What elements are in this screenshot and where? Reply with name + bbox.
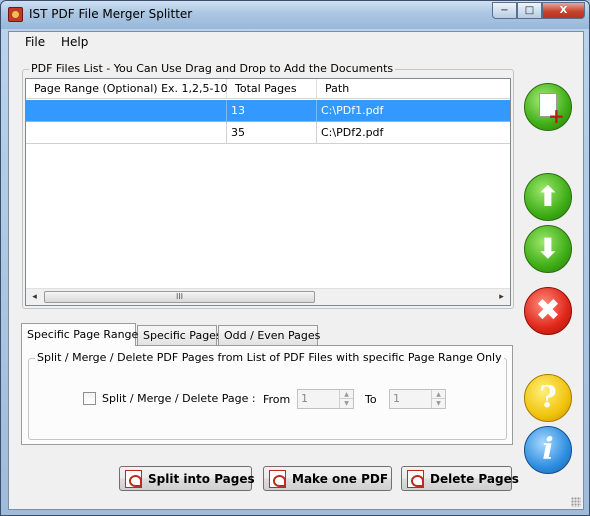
cell-page-range[interactable] — [26, 122, 227, 144]
table-row[interactable]: 13 C:\PDf1.pdf — [26, 100, 510, 122]
spin-up-icon[interactable]: ▲ — [432, 390, 445, 399]
tab-specific-page-range[interactable]: Specific Page Range — [21, 323, 138, 346]
from-page-stepper[interactable]: 1 ▲ ▼ — [297, 389, 354, 409]
tab-specific-pages[interactable]: Specific Pages — [137, 325, 222, 345]
cell-path: C:\PDf2.pdf — [317, 122, 510, 144]
to-page-stepper[interactable]: 1 ▲ ▼ — [389, 389, 446, 409]
info-icon: i — [542, 432, 554, 467]
arrow-down-icon: ⬇ — [536, 232, 560, 265]
tab-odd-even-pages[interactable]: Odd / Even Pages — [218, 325, 320, 345]
cell-total-pages: 35 — [227, 122, 317, 144]
pdf-delete-icon — [407, 470, 424, 488]
arrow-up-icon: ⬆ — [536, 180, 560, 213]
make-one-pdf-button[interactable]: Make one PDF — [263, 466, 392, 491]
from-value: 1 — [301, 392, 308, 405]
menu-help[interactable]: Help — [61, 35, 88, 49]
split-label: Split into Pages — [148, 472, 255, 486]
plus-icon: + — [548, 104, 565, 128]
app-icon — [8, 7, 23, 22]
delete-pages-button[interactable]: Delete Pages — [401, 466, 519, 491]
tab-panel: Split / Merge / Delete PDF Pages from Li… — [21, 345, 513, 445]
scroll-right-icon[interactable]: ▸ — [493, 289, 510, 305]
client-area: File Help PDF Files List - You Can Use D… — [8, 31, 584, 510]
column-total-pages[interactable]: Total Pages — [227, 79, 317, 99]
spin-up-icon[interactable]: ▲ — [340, 390, 353, 399]
delete-x-icon: ✖ — [535, 293, 561, 328]
spin-down-icon[interactable]: ▼ — [340, 399, 353, 408]
split-merge-delete-checkbox[interactable] — [83, 392, 96, 405]
add-pdf-button[interactable]: + — [524, 83, 572, 131]
to-value: 1 — [393, 392, 400, 405]
from-label: From — [263, 393, 291, 406]
checkbox-label[interactable]: Split / Merge / Delete Page : — [102, 392, 256, 405]
close-button[interactable]: X — [542, 2, 585, 19]
pdf-icon — [269, 470, 286, 488]
menu-bar: File Help — [9, 32, 583, 52]
scroll-left-icon[interactable]: ◂ — [26, 289, 43, 305]
cell-page-range[interactable] — [26, 100, 227, 122]
cell-total-pages: 13 — [227, 100, 317, 122]
pdf-icon — [125, 470, 142, 488]
column-page-range[interactable]: Page Range (Optional) Ex. 1,2,5-10 — [26, 79, 227, 99]
remove-pdf-button[interactable]: ✖ — [524, 287, 572, 335]
horizontal-scrollbar[interactable]: ◂ III ▸ — [26, 288, 510, 305]
question-icon: ? — [539, 380, 557, 415]
move-down-button[interactable]: ⬇ — [524, 225, 572, 273]
minimize-button[interactable]: − — [492, 2, 517, 19]
to-spin-buttons: ▲ ▼ — [431, 390, 445, 408]
title-bar[interactable]: IST PDF File Merger Splitter − □ X — [1, 1, 589, 29]
page-range-caption: Split / Merge / Delete PDF Pages from Li… — [35, 351, 504, 364]
info-button[interactable]: i — [524, 426, 572, 474]
split-into-pages-button[interactable]: Split into Pages — [119, 466, 255, 491]
help-button[interactable]: ? — [524, 374, 572, 422]
cell-path: C:\PDf1.pdf — [317, 100, 510, 122]
maximize-button[interactable]: □ — [517, 2, 542, 19]
make-label: Make one PDF — [292, 472, 389, 486]
resize-grip[interactable] — [571, 497, 581, 507]
to-label: To — [365, 393, 377, 406]
move-up-button[interactable]: ⬆ — [524, 173, 572, 221]
delete-label: Delete Pages — [430, 472, 519, 486]
menu-file[interactable]: File — [25, 35, 45, 49]
column-path[interactable]: Path — [317, 79, 510, 99]
pdf-files-caption: PDF Files List - You Can Use Drag and Dr… — [29, 62, 396, 75]
scroll-thumb[interactable]: III — [44, 291, 315, 303]
spin-down-icon[interactable]: ▼ — [432, 399, 445, 408]
pdf-files-list[interactable]: Page Range (Optional) Ex. 1,2,5-10 Total… — [25, 78, 511, 306]
list-header: Page Range (Optional) Ex. 1,2,5-10 Total… — [26, 79, 510, 99]
window-title: IST PDF File Merger Splitter — [29, 7, 193, 21]
table-row[interactable]: 35 C:\PDf2.pdf — [26, 122, 510, 144]
app-window: IST PDF File Merger Splitter − □ X File … — [0, 0, 590, 516]
from-spin-buttons: ▲ ▼ — [339, 390, 353, 408]
